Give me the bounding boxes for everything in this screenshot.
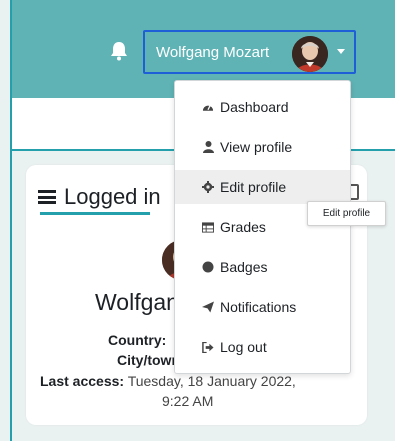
- last-access-value: Tuesday, 18 January 2022,: [127, 373, 296, 389]
- menu-item-badges[interactable]: Badges: [175, 250, 350, 284]
- block-title: Logged in: [38, 184, 161, 210]
- menu-item-label: Dashboard: [220, 99, 289, 115]
- paper-plane-icon: [202, 301, 214, 313]
- last-access-time: 9:22 AM: [162, 393, 214, 409]
- bell-icon[interactable]: [108, 40, 130, 62]
- cog-icon: [202, 181, 214, 193]
- menu-item-label: Log out: [220, 339, 267, 355]
- menu-item-label: Grades: [220, 219, 266, 235]
- user-dropdown-menu: Dashboard View profile Edit profile Grad…: [174, 80, 351, 374]
- user-avatar: [292, 36, 328, 72]
- tachometer-icon: [202, 101, 214, 113]
- country-row: Country:: [108, 332, 166, 348]
- user-name: Wolfgang Mozart: [156, 43, 270, 61]
- title-underline: [40, 212, 150, 215]
- menu-item-notifications[interactable]: Notifications: [175, 290, 350, 324]
- sign-out-icon: [202, 341, 214, 353]
- menu-item-label: View profile: [220, 139, 293, 155]
- last-access-label: Last access:: [40, 373, 125, 389]
- chevron-down-icon: [337, 49, 345, 54]
- last-access-row: Last access: Tuesday, 18 January 2022,: [40, 373, 296, 389]
- menu-item-label: Notifications: [220, 299, 297, 315]
- menu-item-label: Edit profile: [220, 179, 287, 195]
- country-label: Country:: [108, 332, 167, 348]
- menu-item-edit-profile[interactable]: Edit profile: [175, 170, 350, 204]
- tooltip: Edit profile: [307, 201, 386, 226]
- table-icon: [202, 221, 214, 233]
- user-icon: [202, 141, 214, 153]
- menu-item-dashboard[interactable]: Dashboard: [175, 90, 350, 124]
- menu-item-label: Badges: [220, 259, 268, 275]
- menu-item-log-out[interactable]: Log out: [175, 330, 350, 364]
- user-menu-toggle[interactable]: Wolfgang Mozart: [143, 30, 356, 74]
- bars-icon: [38, 190, 56, 204]
- badge-icon: [202, 261, 214, 273]
- block-title-text: Logged in: [64, 184, 161, 209]
- menu-item-view-profile[interactable]: View profile: [175, 130, 350, 164]
